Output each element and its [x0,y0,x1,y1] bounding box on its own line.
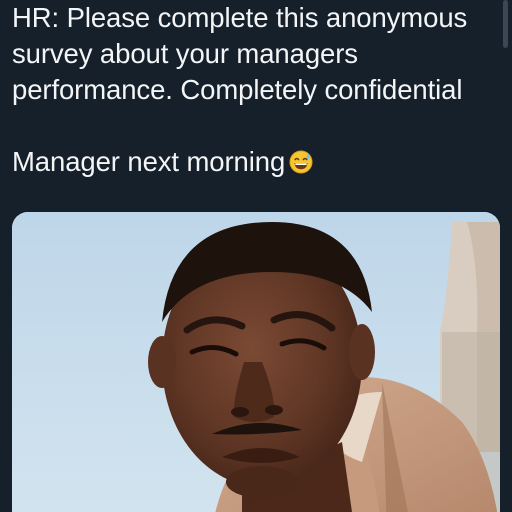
tweet-text-line-3: performance. Completely confidential [12,74,463,105]
man-squinting-photo [12,212,500,512]
scrollbar[interactable] [503,0,508,48]
tweet-text-line-4: Manager next morning [12,144,500,180]
tweet-text-line-1: HR: Please complete this anonymous [12,2,468,33]
tweet-post: HR: Please complete this anonymous surve… [0,0,512,512]
paragraph-break [12,108,500,144]
tweet-image[interactable] [12,212,500,512]
sweat-smile-emoji-icon [289,150,313,174]
tweet-text-line-4-label: Manager next morning [12,146,286,177]
tweet-text: HR: Please complete this anonymous surve… [12,0,500,180]
tweet-text-line-2: survey about your managers [12,38,358,69]
